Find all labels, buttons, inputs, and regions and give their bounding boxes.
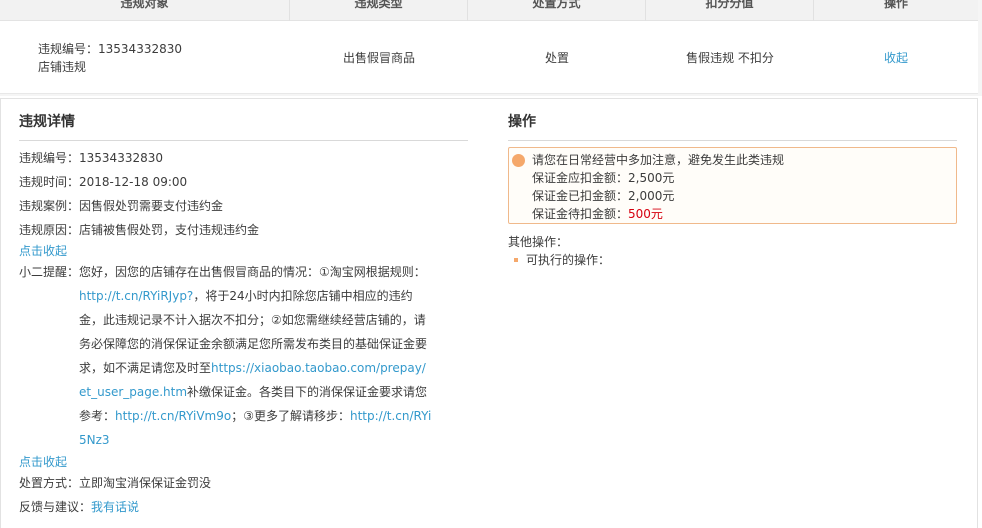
detail-panel: 违规详情 违规编号：13534332830 违规时间：2018-12-18 09… [0,98,978,528]
detail-reason-value: 店铺被售假处罚，支付违规违约金 [79,223,260,237]
table-row: 违规编号：13534332830 店铺违规 出售假冒商品 处置 售假违规 不扣分… [0,21,978,94]
details-title: 违规详情 [19,111,468,141]
deposit-pending-value: 500元 [628,207,663,221]
table-header: 违规对象 违规类型 处置方式 扣分分值 操作 [0,0,978,21]
header-handling-method: 处置方式 [468,0,646,21]
header-violation-object: 违规对象 [0,0,290,21]
deposit-due-label: 保证金应扣金额： [532,171,629,185]
warning-box: 请您在日常经营中多加注意，避免发生此类违规 保证金应扣金额：2,500元 保证金… [508,147,957,224]
detail-time-label: 违规时间： [19,175,80,189]
collapse-details-link[interactable]: 点击收起 [19,241,468,261]
feedback-row: 反馈与建议：我有话说 [19,497,139,517]
notice-requirements-link[interactable]: http://t.cn/RYiVm9o [115,409,231,423]
cell-handling-method: 处置 [544,51,569,65]
deposit-pending-row: 保证金待扣金额：500元 [532,205,956,223]
operation-title: 操作 [508,111,957,141]
notice-intro: 您好，因您的店铺存在出售假冒商品的情况：①淘宝网根据规则： [79,265,426,279]
violation-id-label: 违规编号： [38,41,99,56]
other-operations-label: 其他操作： [508,235,569,249]
detail-reason-row: 违规原因：店铺被售假处罚，支付违规违约金 [19,220,259,240]
cell-points: 售假违规 不扣分 [686,51,774,65]
collapse-row-link[interactable]: 收起 [884,49,908,66]
detail-id-value: 13534332830 [79,151,163,165]
cell-violation-object: 违规编号：13534332830 店铺违规 [0,21,290,94]
feedback-link[interactable]: 我有话说 [91,500,139,514]
deposit-due-value: 2,500元 [628,171,675,185]
detail-time-row: 违规时间：2018-12-18 09:00 [19,172,187,192]
warning-text: 请您在日常经营中多加注意，避免发生此类违规 [532,153,785,167]
bullet-icon [514,257,518,262]
violation-id-value: 13534332830 [98,41,182,56]
deposit-paid-row: 保证金已扣金额：2,000元 [532,187,956,205]
notice-body: 您好，因您的店铺存在出售假冒商品的情况：①淘宝网根据规则： http://t.cn… [79,260,433,452]
notice-text-4: ；③更多了解请移步： [231,409,350,423]
header-violation-type: 违规类型 [290,0,468,21]
executable-operations-row: 可执行的操作： [508,251,610,269]
detail-method-label: 处置方式： [19,476,80,490]
warning-icon [512,154,525,167]
notice-rule-link[interactable]: http://t.cn/RYiRJyp? [79,289,193,303]
header-action: 操作 [883,0,908,10]
detail-case-value: 因售假处罚需要支付违约金 [79,199,224,213]
executable-operations-label: 可执行的操作： [526,253,611,267]
notice-label: 小二提醒： [19,265,80,279]
deposit-due-row: 保证金应扣金额：2,500元 [532,169,956,187]
violation-table: 违规对象 违规类型 处置方式 扣分分值 操作 违规编号：13534332830 … [0,0,982,96]
detail-id-row: 违规编号：13534332830 [19,148,163,168]
collapse-notice-link[interactable]: 点击收起 [19,452,468,472]
detail-method-row: 处置方式：立即淘宝消保保证金罚没 [19,473,211,493]
detail-case-label: 违规案例： [19,199,80,213]
detail-method-value: 立即淘宝消保保证金罚没 [79,476,212,490]
cell-action: 收起 [814,21,978,94]
detail-case-row: 违规案例：因售假处罚需要支付违约金 [19,196,223,216]
feedback-label: 反馈与建议： [19,500,92,514]
deposit-paid-value: 2,000元 [628,189,675,203]
detail-time-value: 2018-12-18 09:00 [79,175,188,189]
deposit-pending-label: 保证金待扣金额： [532,207,629,221]
violation-object: 店铺违规 [38,59,87,74]
cell-violation-type: 出售假冒商品 [342,51,415,65]
header-points: 扣分分值 [646,0,814,21]
detail-reason-label: 违规原因： [19,223,80,237]
deposit-paid-label: 保证金已扣金额： [532,189,629,203]
detail-id-label: 违规编号： [19,151,80,165]
other-operations: 其他操作： 可执行的操作： [508,233,610,269]
